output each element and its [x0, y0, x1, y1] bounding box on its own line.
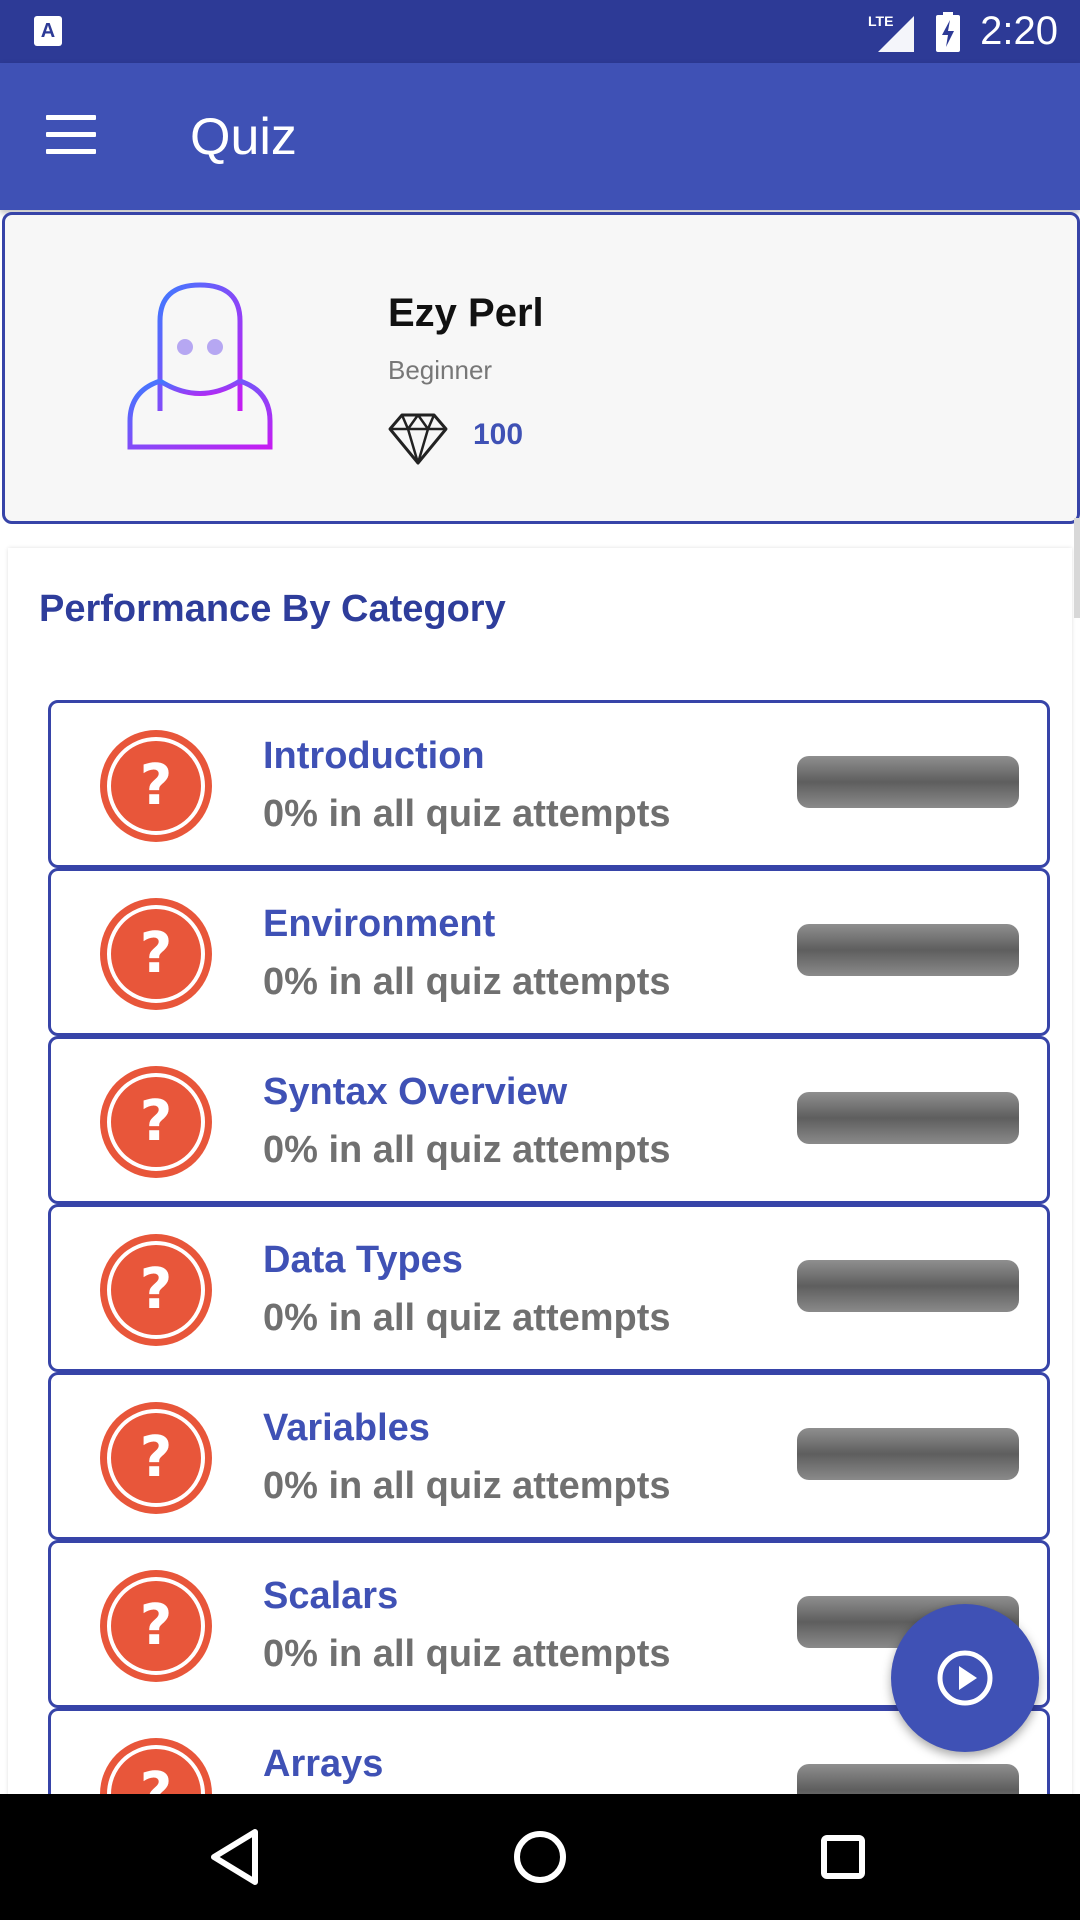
category-progress-bar: [797, 924, 1019, 976]
profile-name: Ezy Perl: [388, 291, 544, 335]
play-circle-icon: [937, 1650, 993, 1706]
category-progress-bar: [797, 1260, 1019, 1312]
category-name: Arrays: [263, 1743, 384, 1785]
category-name: Introduction: [263, 735, 485, 777]
home-icon[interactable]: [505, 1822, 575, 1892]
question-mark-icon: ?: [100, 1066, 212, 1178]
question-mark-icon: ?: [100, 1234, 212, 1346]
question-mark-icon: ?: [100, 1570, 212, 1682]
lte-signal-icon: LTE: [868, 13, 915, 52]
gem-count: 100: [473, 418, 524, 451]
clock: 2:20: [980, 9, 1058, 53]
svg-text:?: ?: [140, 1425, 172, 1490]
svg-text:?: ?: [140, 1593, 172, 1658]
category-name: Variables: [263, 1407, 430, 1449]
category-name: Data Types: [263, 1239, 463, 1281]
category-item[interactable]: ? Introduction 0% in all quiz attempts: [48, 700, 1050, 868]
category-name: Environment: [263, 903, 496, 945]
category-name: Scalars: [263, 1575, 399, 1617]
profile-level: Beginner: [388, 355, 493, 385]
category-progress-bar: [797, 756, 1019, 808]
system-nav-bar: [0, 1794, 1080, 1920]
question-mark-icon: ?: [100, 730, 212, 842]
svg-text:?: ?: [140, 1089, 172, 1154]
category-progress-bar: [797, 1428, 1019, 1480]
category-item[interactable]: ? Syntax Overview 0% in all quiz attempt…: [48, 1036, 1050, 1204]
question-mark-icon: ?: [100, 898, 212, 1010]
status-icons: LTE 2:20: [868, 0, 1058, 63]
status-bar: A LTE 2:20: [0, 0, 1080, 63]
scrollbar[interactable]: [1074, 518, 1080, 618]
category-summary: 0% in all quiz attempts: [263, 1297, 671, 1339]
category-name: Syntax Overview: [263, 1071, 568, 1113]
svg-text:?: ?: [140, 921, 172, 986]
app-bar: Quiz: [0, 63, 1080, 210]
category-summary: 0% in all quiz attempts: [263, 793, 671, 835]
recents-icon[interactable]: [808, 1822, 878, 1892]
performance-title: Performance By Category: [39, 588, 506, 630]
back-icon[interactable]: [200, 1822, 270, 1892]
category-item[interactable]: ? Environment 0% in all quiz attempts: [48, 868, 1050, 1036]
diamond-icon: [388, 413, 448, 465]
category-item[interactable]: ? Data Types 0% in all quiz attempts: [48, 1204, 1050, 1372]
hamburger-menu-icon[interactable]: [46, 115, 98, 155]
category-summary: 0% in all quiz attempts: [263, 1129, 671, 1171]
category-summary: 0% in all quiz attempts: [263, 1633, 671, 1675]
battery-charging-icon: [936, 11, 961, 52]
play-fab-button[interactable]: [891, 1604, 1039, 1752]
profile-card: Ezy Perl Beginner 100: [2, 212, 1080, 524]
category-item[interactable]: ? Variables 0% in all quiz attempts: [48, 1372, 1050, 1540]
network-label: LTE: [868, 13, 893, 29]
category-summary: 0% in all quiz attempts: [263, 961, 671, 1003]
svg-text:?: ?: [140, 1257, 172, 1322]
avatar-icon: [127, 282, 273, 450]
question-mark-icon: ?: [100, 1402, 212, 1514]
app-title: Quiz: [190, 108, 297, 166]
category-progress-bar: [797, 1092, 1019, 1144]
category-summary: 0% in all quiz attempts: [263, 1465, 671, 1507]
notification-icon: A: [34, 16, 62, 46]
svg-text:?: ?: [140, 753, 172, 818]
